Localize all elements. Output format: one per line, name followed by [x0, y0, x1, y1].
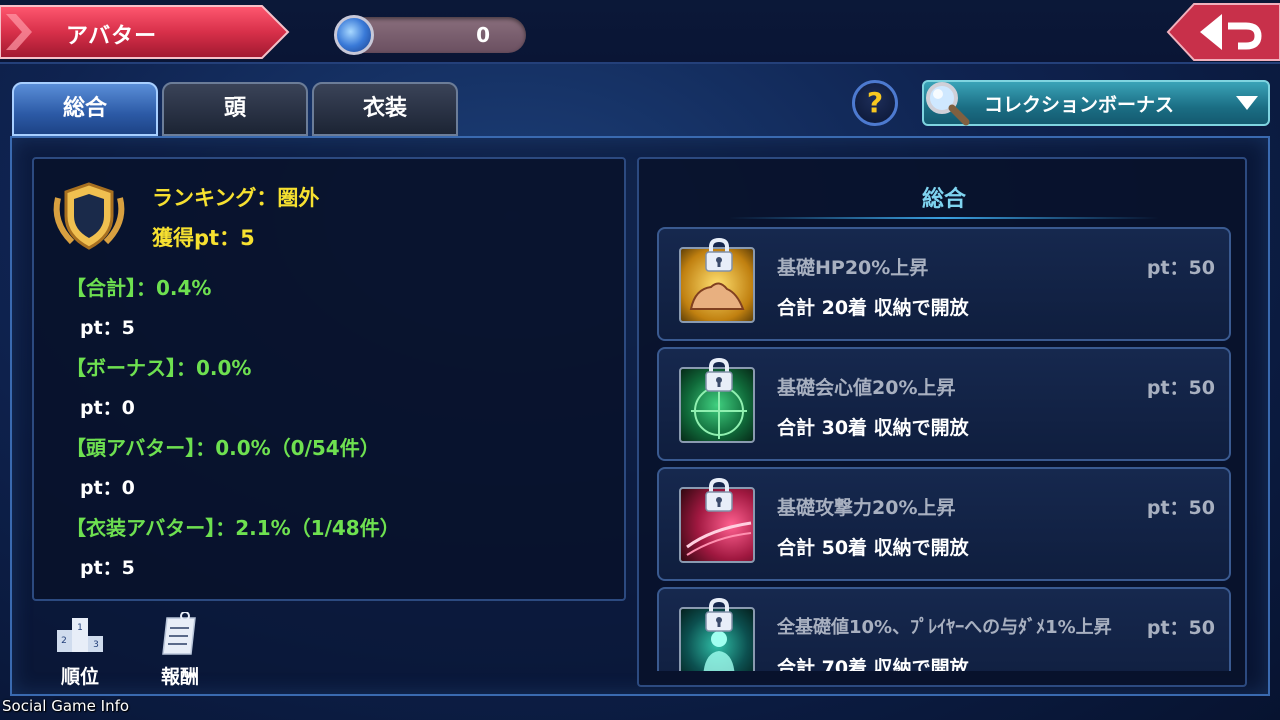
tab-label: 頭 — [223, 96, 246, 121]
tab-label: 衣装 — [362, 96, 407, 121]
bonus-pt: pt：50 — [1146, 617, 1215, 639]
stat-bonus: 【ボーナス】：0.0% — [66, 356, 252, 380]
bonus-pt: pt：50 — [1146, 257, 1215, 279]
bonus-list[interactable]: 基礎HP20%上昇 pt：50 合計 20着 収納で開放 基礎会心値20%上昇 … — [639, 225, 1245, 671]
collection-bonus-dropdown[interactable]: コレクションボーナス — [922, 80, 1270, 126]
collection-bonus-panel: 総合 基礎HP20%上昇 pt：50 合計 20着 収納で開放 基礎会心値20%… — [637, 157, 1247, 687]
gem-icon — [334, 15, 374, 55]
bonus-panel-title: 総合 — [921, 187, 966, 212]
ranking-text: ランキング：圏外 — [152, 186, 320, 210]
tab-costume[interactable]: 衣装 — [312, 82, 458, 136]
ranking-button-label: 順位 — [60, 666, 99, 688]
chevron-down-icon — [1236, 96, 1258, 110]
gem-counter: 0 — [334, 15, 526, 55]
lock-icon — [705, 477, 733, 512]
bonus-pt: pt：50 — [1146, 497, 1215, 519]
reward-list-icon — [162, 611, 196, 655]
question-mark-icon: ? — [866, 86, 884, 119]
watermark: Social Game Info — [2, 697, 130, 715]
back-arrow-icon — [1166, 3, 1280, 61]
rank-emblem-icon — [53, 182, 125, 250]
bonus-condition: 合計 70着 収納で開放 — [777, 657, 969, 671]
bonus-condition: 合計 30着 収納で開放 — [777, 417, 969, 439]
podium-icon: 1 2 3 — [57, 618, 103, 652]
bonus-name: 基礎会心値20%上昇 — [777, 377, 956, 399]
gem-count: 0 — [476, 23, 490, 47]
bonus-name: 全基礎値10%、ﾌﾟﾚｲﾔｰへの与ﾀﾞﾒ1%上昇 — [777, 617, 1112, 638]
bonus-name: 基礎HP20%上昇 — [777, 257, 929, 279]
lock-icon — [705, 237, 733, 272]
tab-label: 総合 — [62, 96, 107, 121]
bonus-condition: 合計 20着 収納で開放 — [777, 297, 969, 319]
svg-text:2: 2 — [61, 636, 67, 646]
bonus-item[interactable]: 全基礎値10%、ﾌﾟﾚｲﾔｰへの与ﾀﾞﾒ1%上昇 pt：50 合計 70着 収納… — [657, 587, 1231, 671]
stat-costume-avatar-pt: pt：5 — [80, 557, 135, 579]
top-bar: アバター 0 — [0, 0, 1280, 64]
earned-pt-text: 獲得pt：5 — [152, 226, 255, 250]
lock-icon — [705, 597, 733, 632]
help-button[interactable]: ? — [852, 80, 898, 126]
svg-text:1: 1 — [77, 623, 83, 633]
screen-title-plate: アバター — [0, 4, 290, 60]
bonus-item[interactable]: 基礎攻撃力20%上昇 pt：50 合計 50着 収納で開放 — [657, 467, 1231, 581]
stat-total: 【合計】：0.4% — [66, 276, 212, 300]
bonus-name: 基礎攻撃力20%上昇 — [777, 497, 956, 519]
bonus-item[interactable]: 基礎会心値20%上昇 pt：50 合計 30着 収納で開放 — [657, 347, 1231, 461]
bonus-item[interactable]: 基礎HP20%上昇 pt：50 合計 20着 収納で開放 — [657, 227, 1231, 341]
bonus-condition: 合計 50着 収納で開放 — [777, 537, 969, 559]
lock-icon — [705, 357, 733, 392]
page-title: アバター — [66, 24, 158, 49]
reward-button-label: 報酬 — [160, 666, 199, 688]
stat-costume-avatar: 【衣装アバター】：2.1%（1/48件） — [66, 516, 400, 540]
svg-text:3: 3 — [93, 640, 99, 650]
tab-head[interactable]: 頭 — [162, 82, 308, 136]
stat-head-avatar-pt: pt：0 — [80, 477, 135, 499]
stat-bonus-pt: pt：0 — [80, 397, 135, 419]
ranking-button[interactable]: 1 2 3 順位 — [50, 612, 110, 689]
dropdown-label: コレクションボーナス — [984, 94, 1175, 116]
title-divider — [729, 217, 1159, 219]
reward-button[interactable]: 報酬 — [150, 611, 210, 689]
bonus-pt: pt：50 — [1146, 377, 1215, 399]
magnifier-icon — [926, 82, 970, 126]
tab-overall[interactable]: 総合 — [12, 82, 158, 136]
stat-head-avatar: 【頭アバター】：0.0%（0/54件） — [66, 436, 380, 460]
back-button[interactable] — [1166, 2, 1280, 62]
stat-total-pt: pt：5 — [80, 317, 135, 339]
